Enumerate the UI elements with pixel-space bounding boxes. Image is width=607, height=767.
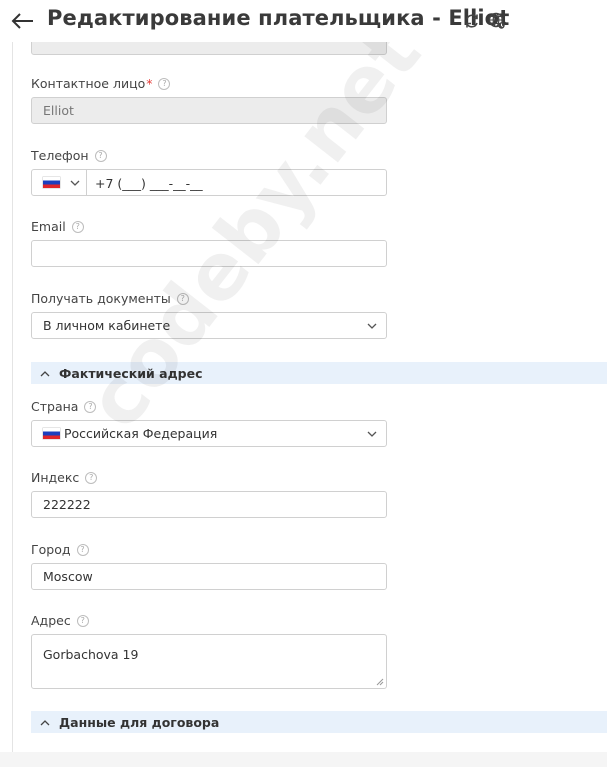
contact-label: Контактное лицо	[31, 76, 146, 91]
city-input[interactable]: Moscow	[31, 563, 387, 590]
chevron-up-icon	[40, 370, 50, 376]
scrolled-field	[31, 42, 387, 55]
section-actual-address[interactable]: Фактический адрес	[31, 362, 607, 384]
phone-label: Телефон	[31, 148, 89, 163]
section-contract-data[interactable]: Данные для договора	[31, 711, 607, 733]
help-icon[interactable]: ?	[176, 292, 189, 305]
contact-label-row: Контактное лицо * ?	[31, 76, 171, 91]
address-label: Адрес	[31, 613, 71, 628]
city-value: Moscow	[43, 569, 93, 584]
section-title: Фактический адрес	[59, 365, 203, 381]
phone-country-select[interactable]	[32, 170, 87, 195]
email-input[interactable]	[31, 240, 387, 267]
country-select[interactable]: Российская Федерация	[31, 420, 387, 447]
refresh-icon[interactable]	[463, 12, 481, 30]
phone-input[interactable]: +7 (___) ___-__-__	[31, 169, 387, 196]
email-label-row: Email ?	[31, 219, 84, 234]
index-label-row: Индекс ?	[31, 470, 98, 485]
help-icon[interactable]: ?	[76, 543, 89, 556]
page-header: Редактирование плательщика - Elliot	[0, 0, 607, 42]
chevron-down-icon	[367, 323, 377, 329]
ru-flag-icon	[43, 428, 60, 439]
form-panel: Контактное лицо * ? Elliot Телефон ? +7 (…	[12, 42, 607, 752]
phone-label-row: Телефон ?	[31, 148, 107, 163]
country-label: Страна	[31, 399, 79, 414]
city-label-row: Город ?	[31, 542, 89, 557]
documents-select[interactable]: В личном кабинете	[31, 312, 387, 339]
index-input[interactable]: 222222	[31, 491, 387, 518]
help-icon[interactable]: ?	[76, 614, 89, 627]
contact-person-input[interactable]: Elliot	[31, 97, 387, 124]
required-mark: *	[146, 76, 153, 91]
index-label: Индекс	[31, 470, 80, 485]
country-label-row: Страна ?	[31, 399, 97, 414]
help-icon[interactable]: ?	[94, 149, 107, 162]
back-arrow-icon[interactable]	[10, 12, 34, 30]
documents-label: Получать документы	[31, 291, 171, 306]
help-icon[interactable]: ?	[158, 77, 171, 90]
index-value: 222222	[43, 497, 91, 512]
contact-person-value: Elliot	[43, 103, 74, 118]
address-label-row: Адрес ?	[31, 613, 89, 628]
help-icon[interactable]: ?	[71, 220, 84, 233]
help-icon[interactable]: ?	[85, 471, 98, 484]
city-label: Город	[31, 542, 71, 557]
resize-handle-icon[interactable]	[376, 678, 384, 686]
address-textarea[interactable]: Gorbachova 19	[31, 634, 387, 689]
bottom-bar	[0, 752, 607, 767]
address-value: Gorbachova 19	[43, 647, 139, 662]
ru-flag-icon	[43, 177, 60, 188]
country-value: Российская Федерация	[64, 426, 218, 441]
email-label: Email	[31, 219, 66, 234]
chevron-up-icon	[40, 719, 50, 725]
globe-icon[interactable]	[488, 12, 506, 30]
documents-value: В личном кабинете	[43, 318, 171, 333]
section-title: Данные для договора	[59, 714, 220, 730]
chevron-down-icon	[367, 431, 377, 437]
phone-value: +7 (___) ___-__-__	[95, 176, 203, 191]
help-icon[interactable]: ?	[84, 400, 97, 413]
documents-label-row: Получать документы ?	[31, 291, 189, 306]
page-title: Редактирование плательщика - Elliot	[47, 6, 510, 30]
chevron-down-icon	[70, 180, 80, 186]
